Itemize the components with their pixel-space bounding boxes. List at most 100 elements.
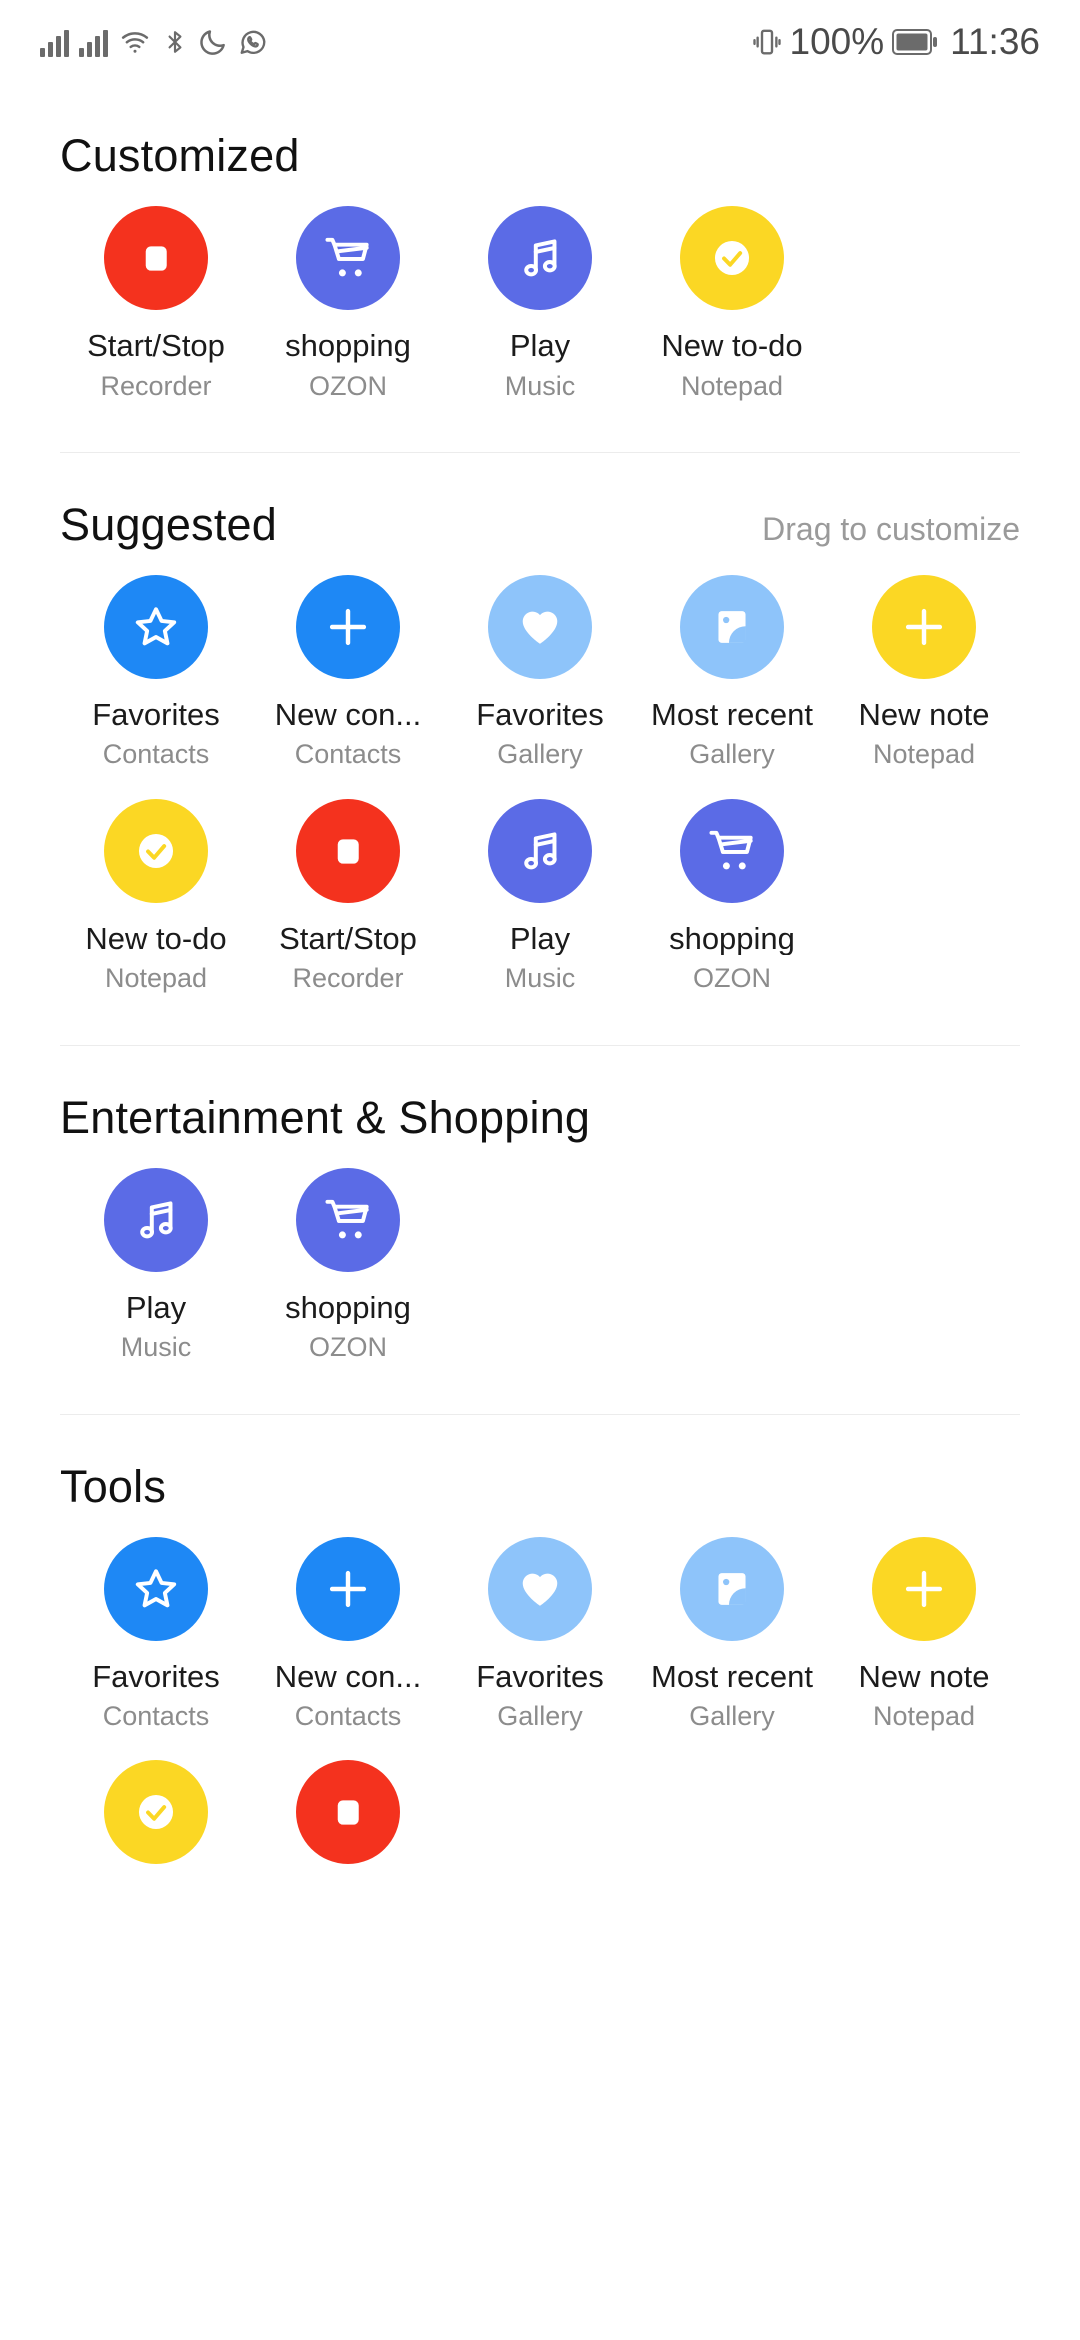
section-header: Entertainment & Shopping: [60, 1046, 1020, 1154]
shortcuts-page: Customized Start/Stop Recorder shopping OZO…: [0, 84, 1080, 1923]
shortcut-label: Play: [509, 330, 571, 363]
shortcut-item[interactable]: Play Music: [444, 798, 636, 994]
shortcut-item[interactable]: New con... Contacts: [252, 574, 444, 770]
shopping-cart-icon: [325, 1199, 369, 1239]
signal-bars-icon: [40, 27, 69, 57]
shortcut-item[interactable]: New to-do Notepad: [60, 798, 252, 994]
shortcut-item[interactable]: Play Music: [444, 206, 636, 400]
shortcut-item[interactable]: Start/Stop Recorder: [60, 206, 252, 400]
plus-icon: [905, 1570, 943, 1607]
shortcut-icon-badge[interactable]: [488, 574, 592, 679]
status-bar-right: 100% 11:36: [752, 21, 1040, 63]
shortcut-item[interactable]: Favorites Gallery: [444, 1536, 636, 1732]
shortcut-item[interactable]: Start/Stop Recorder: [252, 798, 444, 994]
section-entertainment-shopping: Entertainment & Shopping Play Music shoppi…: [0, 1046, 1080, 1392]
shortcut-icon-badge[interactable]: [488, 206, 592, 310]
music-note-icon: [524, 239, 557, 277]
shortcut-app-name: Contacts: [294, 739, 402, 770]
shortcut-item[interactable]: shopping OZON: [636, 798, 828, 994]
signal-bars-icon: [79, 27, 108, 57]
shortcut-grid-customized: Start/Stop Recorder shopping OZON Play Music N…: [60, 206, 1020, 430]
shortcut-item[interactable]: shopping OZON: [252, 1167, 444, 1363]
wifi-icon: [121, 32, 149, 53]
picture-icon: [718, 611, 746, 643]
clock-label: 11:36: [950, 21, 1040, 62]
plus-icon: [329, 608, 367, 645]
check-circle-icon: [138, 1795, 174, 1830]
shortcut-icon-badge[interactable]: [680, 206, 784, 310]
shortcut-icon-badge[interactable]: [296, 798, 400, 903]
shortcut-icon-badge[interactable]: [680, 798, 784, 903]
shortcut-icon-badge[interactable]: [488, 1536, 592, 1641]
shortcut-icon-badge[interactable]: [296, 1167, 400, 1272]
shortcut-app-name: Contacts: [102, 1701, 210, 1732]
shortcut-app-name: Recorder: [100, 370, 212, 401]
battery-full-icon: [892, 29, 938, 55]
stop-square-icon: [145, 246, 167, 271]
star-outline-icon: [135, 607, 177, 646]
plus-icon: [905, 608, 943, 645]
shortcut-app-name: Music: [504, 963, 576, 994]
shortcut-app-name: OZON: [309, 1332, 387, 1363]
shortcut-label: Play: [125, 1291, 187, 1325]
shortcut-grid-suggested: Favorites Contacts New con... Contacts Favor…: [60, 574, 1020, 1023]
shortcut-item[interactable]: [252, 1760, 444, 1893]
shortcut-label: Start/Stop: [279, 922, 417, 956]
shortcut-icon-badge[interactable]: [680, 574, 784, 679]
shortcut-item[interactable]: Favorites Contacts: [60, 1536, 252, 1732]
shortcut-item[interactable]: Play Music: [60, 1167, 252, 1363]
shortcut-label: Favorites: [92, 698, 220, 732]
battery-percent-label: 100%: [789, 21, 885, 62]
shortcut-icon-badge[interactable]: [104, 1760, 208, 1865]
shortcut-app-name: OZON: [309, 370, 387, 401]
shortcut-app-name: Notepad: [104, 963, 208, 994]
shortcut-item[interactable]: Most recent Gallery: [636, 1536, 828, 1730]
shortcut-label: Play: [509, 922, 571, 956]
shortcut-icon-badge[interactable]: [104, 574, 208, 679]
shortcut-icon-badge[interactable]: [296, 206, 400, 310]
shortcut-icon-badge[interactable]: [872, 1536, 976, 1641]
shortcut-item[interactable]: New to-do Notepad: [636, 206, 828, 400]
shortcut-label: Start/Stop: [87, 330, 225, 363]
shortcut-app-name: Music: [504, 370, 576, 401]
shortcut-label: shopping: [285, 330, 411, 363]
shortcut-icon-badge[interactable]: [488, 798, 592, 903]
shortcut-item[interactable]: Most recent Gallery: [636, 574, 828, 770]
whatsapp-icon: [240, 30, 266, 55]
shortcut-icon-badge[interactable]: [296, 1536, 400, 1641]
shortcut-item[interactable]: shopping OZON: [252, 206, 444, 400]
shortcut-icon-badge[interactable]: [104, 1167, 208, 1272]
shortcut-app-name: Notepad: [872, 739, 976, 770]
shortcut-app-name: Contacts: [294, 1701, 402, 1732]
shortcut-label: Favorites: [476, 698, 604, 732]
shortcut-icon-badge[interactable]: [104, 1536, 208, 1641]
shortcut-app-name: Gallery: [497, 1701, 583, 1732]
shortcut-item[interactable]: Favorites Contacts: [60, 574, 252, 769]
shortcut-icon-badge[interactable]: [104, 206, 208, 310]
shortcut-icon-badge[interactable]: [872, 574, 976, 679]
shortcut-label: Favorites: [92, 1660, 220, 1694]
picture-icon: [718, 1572, 746, 1605]
vibrate-icon: [752, 29, 781, 55]
shortcut-icon-badge[interactable]: [296, 574, 400, 679]
shortcut-icon-badge[interactable]: [680, 1536, 784, 1641]
shortcut-item[interactable]: Favorites Gallery: [444, 574, 636, 769]
shortcut-item[interactable]: New con... Contacts: [252, 1536, 444, 1732]
shortcut-label: Most recent: [651, 698, 813, 732]
shortcut-item[interactable]: [60, 1760, 252, 1893]
shortcut-label: Favorites: [476, 1660, 604, 1694]
do-not-disturb-moon-icon: [200, 30, 225, 55]
shortcut-app-name: OZON: [693, 963, 771, 994]
shortcut-app-name: Recorder: [292, 963, 404, 994]
shortcut-label: shopping: [669, 922, 795, 956]
status-bar-left: [40, 26, 268, 58]
section-title: Tools: [60, 1460, 167, 1512]
shortcut-app-name: Music: [120, 1332, 192, 1363]
shortcut-icon-badge[interactable]: [296, 1760, 400, 1865]
shortcut-icon-badge[interactable]: [104, 798, 208, 903]
music-note-icon: [140, 1201, 173, 1238]
shortcut-item[interactable]: New note Notepad: [828, 1536, 1020, 1730]
shortcut-item[interactable]: New note Notepad: [828, 574, 1020, 770]
shortcut-label: New note: [858, 698, 990, 732]
shortcut-app-name: Gallery: [689, 739, 775, 770]
